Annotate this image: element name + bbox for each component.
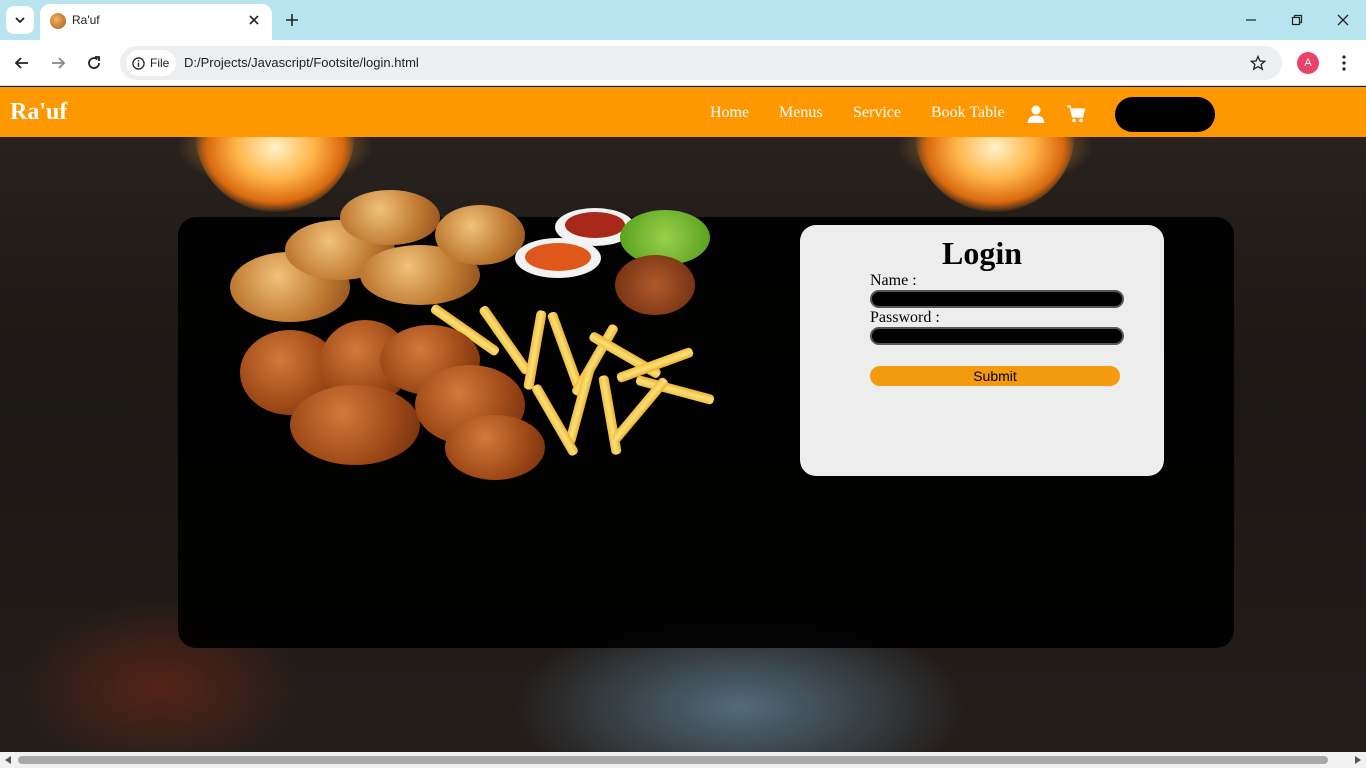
profile-avatar[interactable]: A — [1297, 52, 1319, 74]
nav-link-book-table[interactable]: Book Table — [931, 104, 1005, 122]
browser-menu-button[interactable] — [1334, 51, 1354, 75]
login-title: Login — [941, 235, 1023, 271]
roast-chicken-piece — [435, 205, 525, 265]
name-label: Name : — [870, 272, 917, 289]
nav-action-button[interactable] — [1115, 97, 1215, 132]
browser-toolbar: File D:/Projects/Javascript/Footsite/log… — [0, 40, 1366, 86]
scroll-right-button[interactable] — [1353, 755, 1363, 765]
star-icon — [1250, 55, 1266, 71]
scroll-left-button[interactable] — [3, 755, 13, 765]
login-card: Login Name : Password : Submit — [800, 225, 1164, 476]
site-logo[interactable]: Ra'uf — [10, 99, 67, 126]
forward-button[interactable] — [46, 51, 70, 75]
close-icon — [1337, 14, 1349, 26]
close-icon — [249, 15, 259, 25]
reload-icon — [88, 56, 100, 69]
minimize-icon — [1246, 19, 1256, 21]
site-chip-label: File — [150, 56, 170, 70]
reload-button[interactable] — [82, 51, 106, 75]
chevron-down-icon — [15, 17, 25, 24]
info-icon — [132, 56, 145, 70]
tab-search-button[interactable] — [6, 6, 34, 34]
password-label: Password : — [870, 309, 940, 326]
restore-icon — [1291, 14, 1303, 26]
horizontal-scrollbar[interactable] — [0, 752, 1366, 768]
more-vertical-icon — [1342, 55, 1346, 71]
nav-link-menus[interactable]: Menus — [779, 104, 823, 122]
roast-chicken-piece — [340, 190, 440, 245]
scrollbar-thumb[interactable] — [18, 756, 1328, 764]
triangle-left-icon — [5, 756, 11, 764]
minimize-button[interactable] — [1239, 8, 1263, 32]
name-input[interactable] — [870, 290, 1124, 308]
tab-close-button[interactable] — [246, 12, 262, 28]
password-input[interactable] — [870, 327, 1124, 345]
window-close-button[interactable] — [1331, 8, 1355, 32]
sauce — [525, 243, 591, 271]
spice-bowl — [615, 255, 695, 315]
arrow-left-icon — [14, 57, 28, 69]
nav-link-service[interactable]: Service — [853, 104, 901, 122]
tab-title: Ra'uf — [72, 13, 100, 27]
new-tab-button[interactable] — [280, 8, 304, 32]
submit-button[interactable]: Submit — [870, 366, 1120, 386]
back-button[interactable] — [10, 51, 34, 75]
restore-button[interactable] — [1285, 8, 1309, 32]
fried-chicken-piece — [445, 415, 545, 480]
fry — [610, 376, 670, 444]
browser-tabstrip: Ra'uf — [0, 0, 1366, 40]
background-lamp — [915, 132, 1075, 212]
fry — [598, 374, 622, 456]
sauce — [565, 212, 625, 238]
site-info-chip[interactable]: File — [126, 50, 176, 76]
plus-icon — [286, 14, 298, 26]
tab-favicon-icon — [50, 13, 66, 29]
address-bar[interactable]: File D:/Projects/Javascript/Footsite/log… — [120, 46, 1282, 80]
cart-icon[interactable] — [1066, 104, 1086, 124]
nav-link-home[interactable]: Home — [710, 104, 749, 122]
fried-chicken-piece — [290, 385, 420, 465]
site-navbar: Ra'uf Home Menus Service Book Table — [0, 87, 1366, 137]
user-icon[interactable] — [1026, 104, 1046, 124]
url-text[interactable]: D:/Projects/Javascript/Footsite/login.ht… — [184, 55, 419, 70]
bookmark-button[interactable] — [1248, 53, 1268, 73]
food-image — [230, 190, 720, 485]
browser-tab[interactable]: Ra'uf — [40, 4, 272, 40]
fry — [523, 309, 547, 391]
arrow-right-icon — [52, 57, 66, 69]
triangle-right-icon — [1355, 756, 1361, 764]
